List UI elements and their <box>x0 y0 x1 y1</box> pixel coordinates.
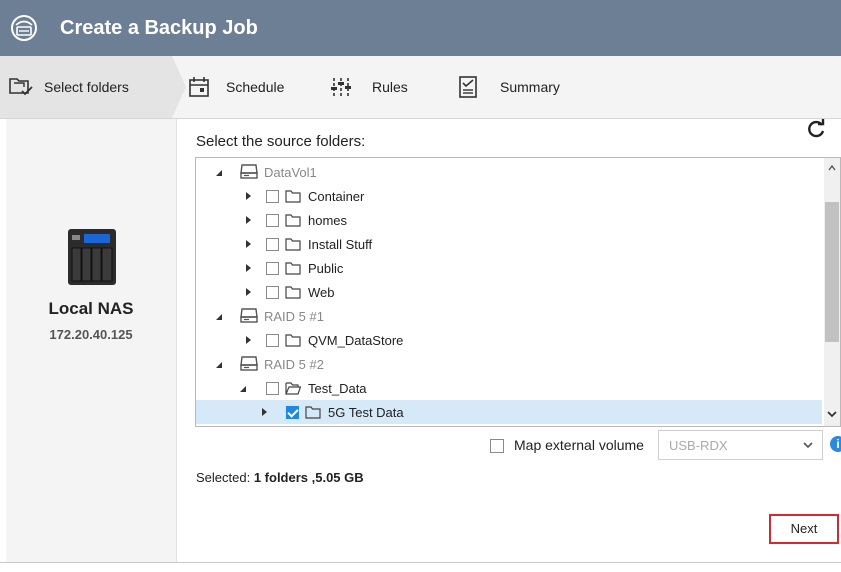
chevron-down-icon <box>803 442 813 449</box>
step-label: Summary <box>500 79 560 95</box>
scroll-thumb[interactable] <box>825 202 839 342</box>
step-schedule[interactable]: Schedule <box>188 56 284 118</box>
tree-label: Public <box>308 260 344 276</box>
step-arrow <box>172 56 186 118</box>
tree-label: DataVol1 <box>264 164 317 180</box>
window-titlebar: Create a Backup Job <box>0 0 841 56</box>
folder-icon <box>285 214 301 227</box>
folder-checkbox[interactable] <box>266 238 279 251</box>
tree-label: Container <box>308 188 365 204</box>
calendar-icon <box>189 77 209 97</box>
footer-divider <box>0 562 841 563</box>
expand-arrow-icon[interactable] <box>246 240 251 248</box>
tree-label: QVM_DataStore <box>308 332 404 348</box>
folder-checkbox[interactable] <box>266 262 279 275</box>
tree-scrollbar[interactable] <box>824 158 840 426</box>
folder-icon <box>285 238 301 251</box>
folder-checkbox[interactable] <box>266 286 279 299</box>
step-label: Select folders <box>44 79 129 95</box>
folder-icon <box>285 286 301 299</box>
device-ip: 172.20.40.125 <box>49 327 133 342</box>
tree-row[interactable]: RAID 5 #1 <box>196 304 822 328</box>
selection-value: 1 folders ,5.05 GB <box>253 470 364 485</box>
folder-checkbox[interactable] <box>266 214 279 227</box>
info-icon[interactable]: i <box>830 436 841 452</box>
source-folders-label: Select the source folders: <box>196 133 366 150</box>
tree-row[interactable]: RAID 5 #2 <box>196 352 822 376</box>
map-external-label: Map external volume <box>514 437 644 453</box>
map-external-checkbox[interactable] <box>490 439 504 453</box>
folder-check-icon <box>9 78 33 96</box>
folder-open-icon <box>285 382 301 395</box>
tree-row[interactable]: Container <box>196 184 822 208</box>
tree-row[interactable]: Install Stuff <box>196 232 822 256</box>
checklist-icon <box>459 76 477 98</box>
tree-label: homes <box>308 212 348 228</box>
device-name: Local NAS <box>48 299 134 318</box>
tree-row[interactable]: Test_Data <box>196 376 822 400</box>
expand-arrow-icon[interactable] <box>246 336 251 344</box>
folder-checkbox-checked[interactable] <box>286 406 299 419</box>
step-select-folders[interactable]: Select folders <box>0 56 186 118</box>
backup-job-icon <box>11 15 37 41</box>
expand-arrow-icon[interactable] <box>262 408 267 416</box>
refresh-icon[interactable] <box>805 118 827 140</box>
step-summary[interactable]: Summary <box>458 56 560 118</box>
scroll-down-icon[interactable] <box>824 406 840 422</box>
expand-arrow-icon[interactable] <box>246 264 251 272</box>
tree-label: RAID 5 #2 <box>264 356 324 372</box>
folder-tree[interactable]: DataVol1 Container homes Install Stuff P… <box>195 157 841 427</box>
step-label: Rules <box>372 79 408 95</box>
external-volume-value: USB-RDX <box>669 438 728 453</box>
tree-label: RAID 5 #1 <box>264 308 324 324</box>
next-button[interactable]: Next <box>769 514 839 544</box>
folder-icon <box>305 406 321 419</box>
selection-summary: Selected: 1 folders ,5.05 GB <box>196 470 364 485</box>
tree-row-selected[interactable]: 5G Test Data <box>196 400 822 424</box>
folder-checkbox[interactable] <box>266 190 279 203</box>
folder-icon <box>285 262 301 275</box>
tree-label: Test_Data <box>308 380 367 396</box>
step-rules[interactable]: Rules <box>330 56 408 118</box>
folder-icon <box>285 190 301 203</box>
tree-label: 5G Test Data <box>328 404 404 420</box>
sliders-icon <box>331 78 351 96</box>
expand-arrow-icon[interactable] <box>216 362 222 368</box>
expand-arrow-icon[interactable] <box>246 192 251 200</box>
tree-row[interactable]: DataVol1 <box>196 160 822 184</box>
hdd-icon <box>240 164 258 179</box>
tree-label: Install Stuff <box>308 236 373 252</box>
folder-icon <box>285 334 301 347</box>
hdd-icon <box>240 356 258 371</box>
expand-arrow-icon[interactable] <box>246 288 251 296</box>
device-panel: Local NAS 172.20.40.125 <box>6 119 177 563</box>
expand-arrow-icon[interactable] <box>246 216 251 224</box>
nas-device-icon <box>68 229 116 285</box>
tree-row[interactable]: QVM_DataStore <box>196 328 822 352</box>
tree-row[interactable]: homes <box>196 208 822 232</box>
folder-checkbox[interactable] <box>266 382 279 395</box>
selection-prefix: Selected: <box>196 470 251 485</box>
expand-arrow-icon[interactable] <box>216 314 222 320</box>
wizard-steps: Select folders Schedule Rules Summary <box>0 56 841 119</box>
tree-row[interactable]: Public <box>196 256 822 280</box>
window-title: Create a Backup Job <box>60 16 258 39</box>
tree-row[interactable]: Web <box>196 280 822 304</box>
scroll-up-icon[interactable] <box>828 164 836 172</box>
folder-checkbox[interactable] <box>266 334 279 347</box>
hdd-icon <box>240 308 258 323</box>
expand-arrow-icon[interactable] <box>240 386 246 392</box>
external-volume-select[interactable]: USB-RDX <box>658 430 823 460</box>
tree-label: Web <box>308 284 335 300</box>
expand-arrow-icon[interactable] <box>216 170 222 176</box>
step-label: Schedule <box>226 79 285 95</box>
